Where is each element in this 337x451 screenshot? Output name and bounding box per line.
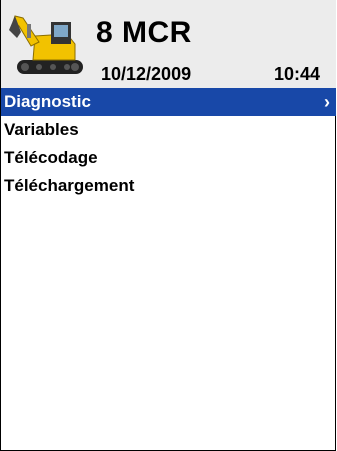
menu-item-label: Télécodage (4, 148, 98, 167)
menu-item-diagnostic[interactable]: Diagnostic › (1, 88, 336, 116)
excavator-icon (9, 15, 83, 74)
header-bar: 8 MCR 10/12/2009 10:44 (1, 0, 336, 88)
menu-item-label: Téléchargement (4, 176, 135, 195)
device-screen: 8 MCR 10/12/2009 10:44 Diagnostic › Vari… (0, 0, 336, 451)
chevron-right-icon: › (324, 92, 330, 112)
menu-item-label: Diagnostic (4, 92, 91, 111)
menu-item-label: Variables (4, 120, 79, 139)
time-display: 10:44 (274, 64, 321, 84)
machine-model: 8 MCR (96, 16, 192, 49)
menu-item-telecodage[interactable]: Télécodage (1, 144, 336, 172)
menu-item-variables[interactable]: Variables (1, 116, 336, 144)
main-menu: Diagnostic › Variables Télécodage Téléch… (1, 88, 336, 200)
menu-item-telechargement[interactable]: Téléchargement (1, 172, 336, 200)
date-display: 10/12/2009 (101, 64, 192, 84)
